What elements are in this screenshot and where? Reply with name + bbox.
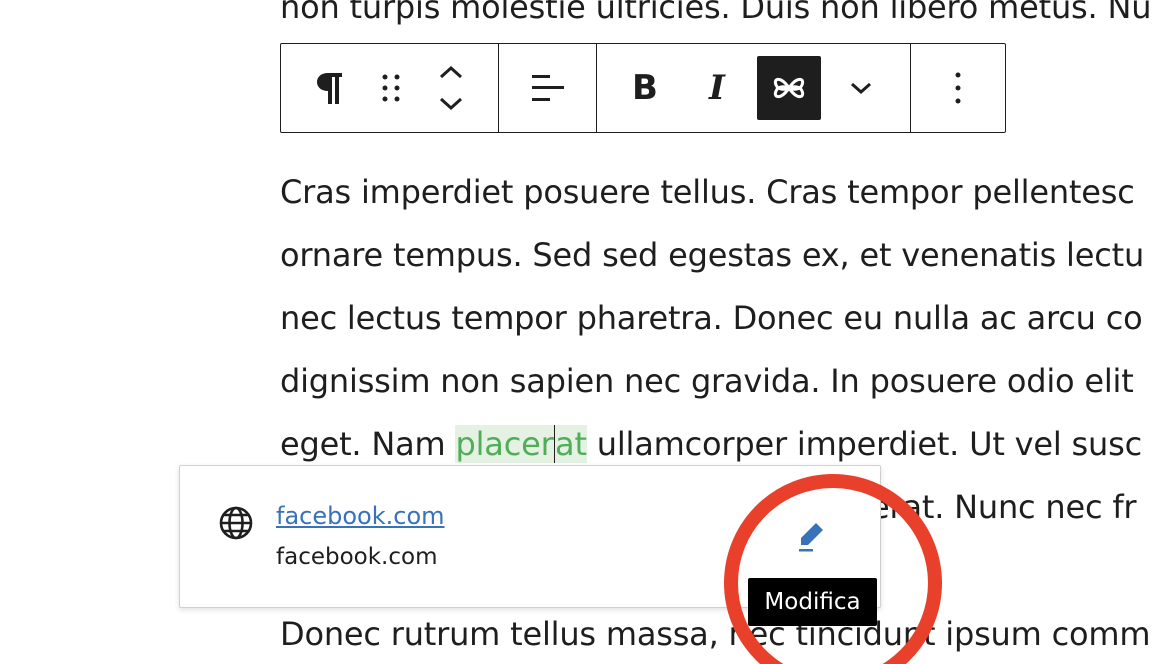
link-url: facebook.com	[276, 544, 438, 570]
paragraph-line: erat. Nunc nec fr	[870, 488, 1137, 526]
italic-button[interactable]: I	[685, 56, 749, 120]
paragraph-icon	[317, 73, 342, 104]
paragraph-line: Cras imperdiet posuere tellus. Cras temp…	[280, 173, 1135, 211]
block-type-button[interactable]	[299, 56, 361, 120]
more-format-button[interactable]	[829, 56, 893, 120]
toolbar-group-align	[499, 44, 597, 132]
move-up-down-button[interactable]	[421, 56, 481, 120]
align-left-icon	[531, 75, 564, 101]
linked-text-part: at	[555, 425, 587, 463]
linked-text[interactable]: placerat	[455, 425, 587, 463]
toolbar-group-block	[281, 44, 499, 132]
chevron-down-icon	[851, 82, 871, 95]
options-button[interactable]	[926, 56, 990, 120]
linked-text-part: placer	[455, 425, 554, 463]
text-segment: ullamcorper imperdiet. Ut vel susc	[586, 425, 1142, 463]
bold-button[interactable]: B	[613, 56, 677, 120]
toolbar-group-format: B I	[597, 44, 911, 132]
more-vertical-icon	[955, 72, 961, 104]
move-up-down-icon	[439, 65, 463, 111]
paragraph-line: Donec rutrum tellus massa, nec tincidunt…	[280, 615, 1151, 653]
toolbar-group-options	[911, 44, 1005, 132]
paragraph-line: non turpis molestie ultricies. Duis non …	[280, 0, 1152, 26]
edit-link-button[interactable]	[790, 514, 834, 558]
block-toolbar: B I	[280, 43, 1006, 133]
paragraph-line: nec lectus tempor pharetra. Donec eu nul…	[280, 299, 1143, 337]
link-button[interactable]	[757, 56, 821, 120]
link-title[interactable]: facebook.com	[276, 502, 445, 530]
paragraph-line: ornare tempus. Sed sed egestas ex, et ve…	[280, 236, 1145, 274]
pencil-icon	[799, 523, 823, 552]
italic-label: I	[709, 68, 725, 108]
edit-tooltip: Modifica	[748, 578, 877, 626]
drag-handle-icon	[382, 74, 400, 102]
link-icon	[773, 77, 805, 99]
text-segment: eget. Nam	[280, 425, 456, 463]
paragraph-line: dignissim non sapien nec gravida. In pos…	[280, 362, 1134, 400]
drag-handle-button[interactable]	[361, 56, 421, 120]
align-button[interactable]	[516, 56, 580, 120]
globe-icon	[219, 506, 253, 540]
bold-label: B	[632, 68, 658, 108]
